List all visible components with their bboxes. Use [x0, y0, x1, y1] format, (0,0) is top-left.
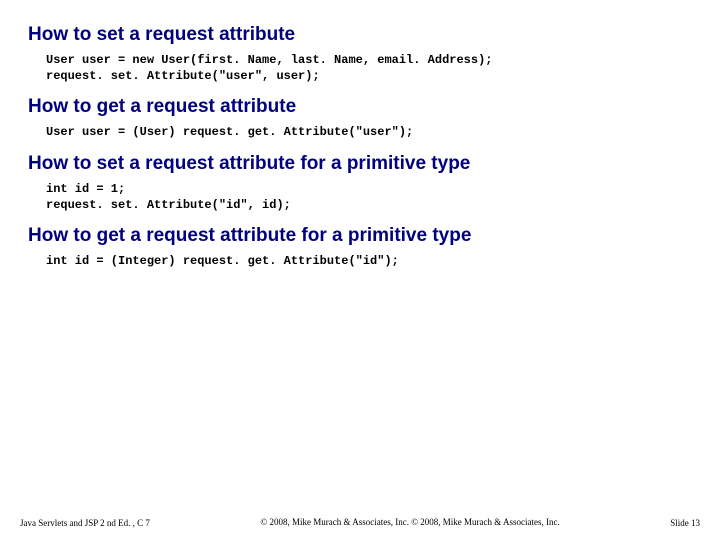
- code-block: int id = (Integer) request. get. Attribu…: [46, 253, 692, 269]
- slide-content: How to set a request attribute User user…: [0, 0, 720, 269]
- code-block: User user = (User) request. get. Attribu…: [46, 124, 692, 140]
- code-block: int id = 1; request. set. Attribute("id"…: [46, 181, 692, 213]
- code-block: User user = new User(first. Name, last. …: [46, 52, 692, 84]
- slide-footer: Java Servlets and JSP 2 nd Ed. , C 7 © 2…: [0, 517, 720, 528]
- footer-center: © 2008, Mike Murach & Associates, Inc. ©…: [150, 517, 670, 528]
- section-heading: How to set a request attribute: [28, 24, 692, 46]
- footer-left: Java Servlets and JSP 2 nd Ed. , C 7: [20, 518, 150, 528]
- section-heading: How to get a request attribute for a pri…: [28, 225, 692, 247]
- footer-right: Slide 13: [670, 518, 700, 528]
- section-heading: How to set a request attribute for a pri…: [28, 153, 692, 175]
- section-heading: How to get a request attribute: [28, 96, 692, 118]
